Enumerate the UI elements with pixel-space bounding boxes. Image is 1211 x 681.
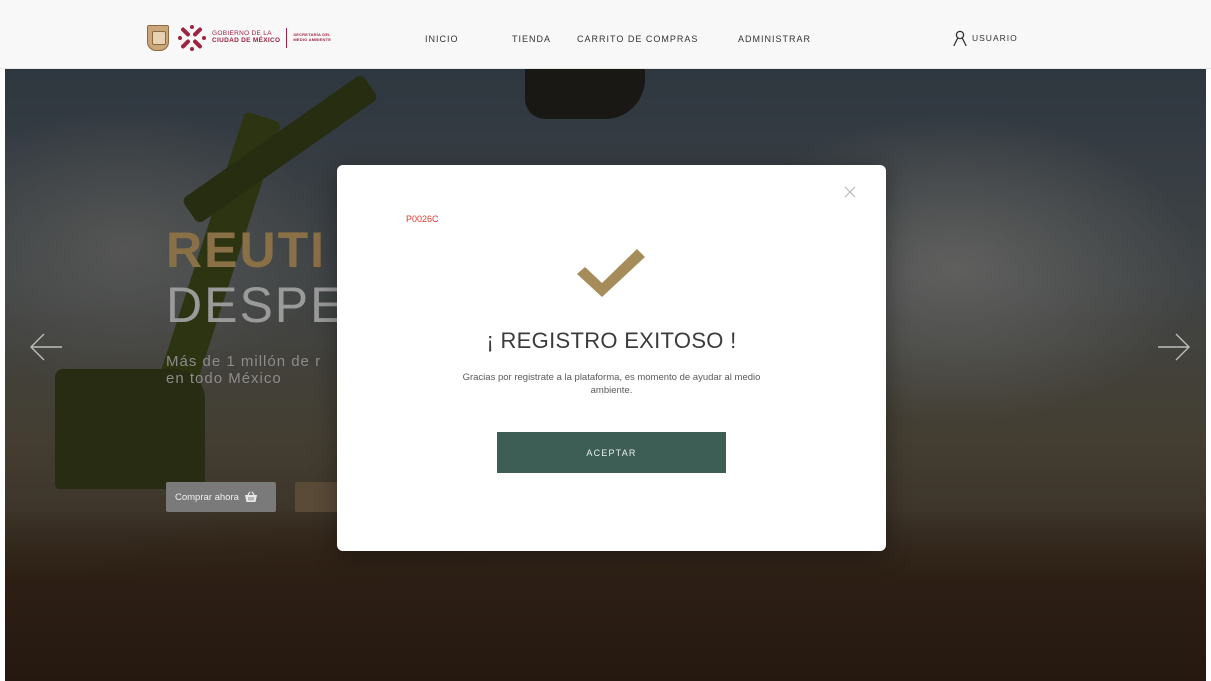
arrow-left-icon[interactable] [29,332,63,362]
checkmark-icon [577,249,645,297]
basket-icon [244,491,257,502]
modal-title: ¡ REGISTRO EXITOSO ! [486,328,737,353]
hero-subtitle-line2: en todo México [166,370,282,387]
modal-code-label: P0026C [406,214,439,224]
government-name-line2: CIUDAD DE MÉXICO [212,37,281,44]
cdmx-brand-icon [178,25,206,51]
government-name: GOBIERNO DE LA CIUDAD DE MÉXICO [212,30,281,45]
logo-divider [286,28,288,48]
hero-title-line2: DESPE [166,277,346,333]
cdmx-crest-icon [147,25,169,51]
user-menu[interactable]: USUARIO [953,30,1018,46]
buy-now-button[interactable]: Comprar ahora [166,482,276,512]
modal-message: Gracias por registrate a la plataforma, … [462,372,761,396]
accept-button[interactable]: ACEPTAR [497,432,726,473]
arrow-right-icon[interactable] [1157,332,1191,362]
secretariat-name-line2: MEDIO AMBIENTE [293,37,332,42]
nav-tienda[interactable]: TIENDA [512,34,551,44]
close-icon[interactable] [843,185,857,199]
registration-success-modal: P0026C ¡ REGISTRO EXITOSO ! Gracias por … [337,165,886,551]
hero-title-line1: REUTI [166,222,326,278]
secretariat-name: SECRETARÍA DEL MEDIO AMBIENTE [293,33,331,42]
top-navbar: GOBIERNO DE LA CIUDAD DE MÉXICO SECRETAR… [0,0,1211,69]
user-icon [953,30,967,46]
hero-subtitle-line1: Más de 1 millón de r [166,353,322,370]
nav-inicio[interactable]: INICIO [425,34,459,44]
user-label: USUARIO [972,33,1018,43]
nav-carrito-de-compras[interactable]: CARRITO DE COMPRAS [577,34,698,44]
nav-administrar[interactable]: ADMINISTRAR [738,34,811,44]
government-logo[interactable]: GOBIERNO DE LA CIUDAD DE MÉXICO SECRETAR… [147,25,331,51]
hero-subtitle: Más de 1 millón de r en todo México [166,353,346,387]
buy-now-label: Comprar ahora [175,491,239,503]
